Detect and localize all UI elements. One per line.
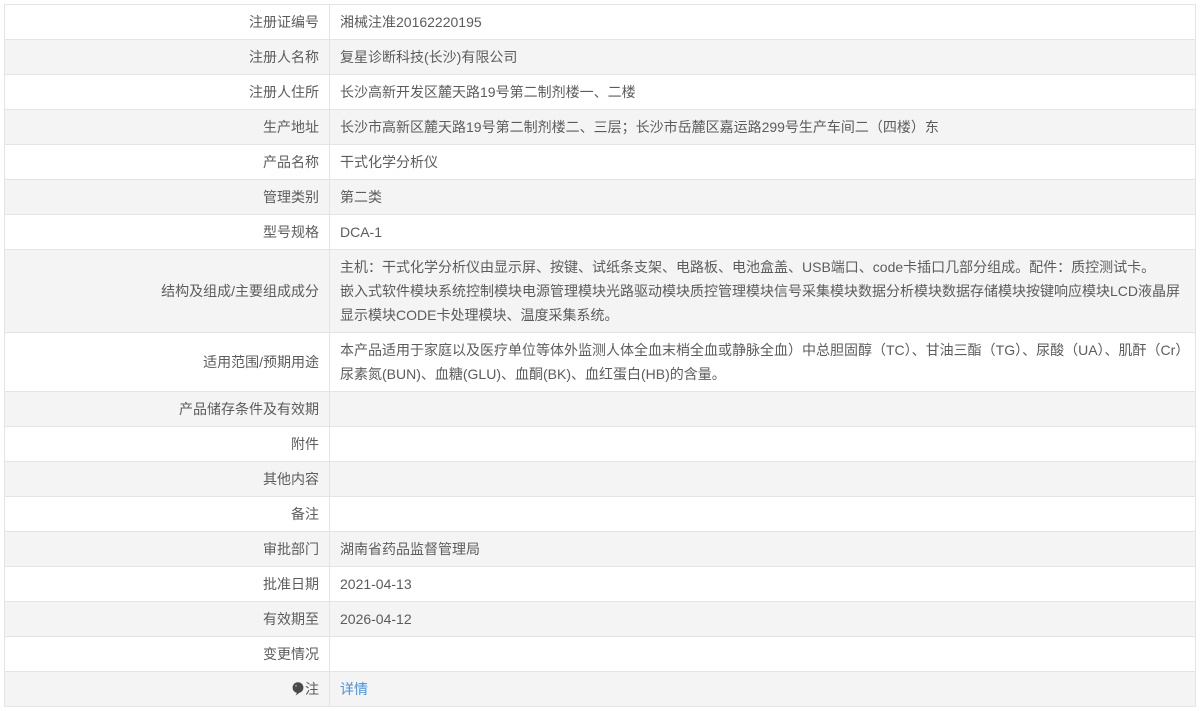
table-row-model-spec: 型号规格 DCA-1 xyxy=(4,214,1196,250)
row-label-text: 附件 xyxy=(291,436,319,452)
row-value-management-category: 第二类 xyxy=(329,179,1196,215)
row-label-text: 生产地址 xyxy=(263,119,319,135)
note-balloon-icon xyxy=(292,682,304,696)
row-value-text: 湘械注准20162220195 xyxy=(340,14,482,30)
row-value-text: DCA-1 xyxy=(340,224,383,240)
row-label-change-status: 变更情况 xyxy=(4,636,330,672)
table-row-remarks: 备注 xyxy=(4,496,1196,532)
row-value-change-status xyxy=(329,636,1196,672)
row-value-attachments xyxy=(329,426,1196,462)
row-label-text: 备注 xyxy=(291,506,319,522)
row-value-registrant-address: 长沙高新开发区麓天路19号第二制剂楼一、二楼 xyxy=(329,74,1196,110)
row-label-model-spec: 型号规格 xyxy=(4,214,330,250)
row-label-text: 管理类别 xyxy=(263,189,319,205)
row-label-text: 有效期至 xyxy=(263,611,319,627)
row-value-text: 主机：干式化学分析仪由显示屏、按键、试纸条支架、电路板、电池盒盖、USB端口、c… xyxy=(340,259,1181,323)
table-row-attachments: 附件 xyxy=(4,426,1196,462)
table-row-production-address: 生产地址 长沙市高新区麓天路19号第二制剂楼二、三层；长沙市岳麓区嘉运路299号生… xyxy=(4,109,1196,145)
row-value-approval-department: 湖南省药品监督管理局 xyxy=(329,531,1196,567)
row-label-storage-conditions: 产品储存条件及有效期 xyxy=(4,391,330,427)
table-row-product-name: 产品名称 干式化学分析仪 xyxy=(4,144,1196,180)
row-value-text: 2026-04-12 xyxy=(340,611,412,627)
row-value-model-spec: DCA-1 xyxy=(329,214,1196,250)
row-label-remarks: 备注 xyxy=(4,496,330,532)
row-value-text: 2021-04-13 xyxy=(340,576,412,592)
table-row-registrant-address: 注册人住所 长沙高新开发区麓天路19号第二制剂楼一、二楼 xyxy=(4,74,1196,110)
row-label-text: 注册人名称 xyxy=(249,49,319,65)
row-label-valid-until: 有效期至 xyxy=(4,601,330,637)
table-row-storage-conditions: 产品储存条件及有效期 xyxy=(4,391,1196,427)
row-label-text: 产品储存条件及有效期 xyxy=(179,401,319,417)
row-value-valid-until: 2026-04-12 xyxy=(329,601,1196,637)
registration-table: 注册证编号 湘械注准20162220195 注册人名称 复星诊断科技(长沙)有限公司注… xyxy=(4,4,1196,707)
row-label-text: 注册证编号 xyxy=(249,14,319,30)
row-label-text: 型号规格 xyxy=(263,224,319,240)
row-label-management-category: 管理类别 xyxy=(4,179,330,215)
row-label-approval-department: 审批部门 xyxy=(4,531,330,567)
row-value-text: 第二类 xyxy=(340,189,382,205)
table-row-scope-of-application: 适用范围/预期用途 本产品适用于家庭以及医疗单位等体外监测人体全血末梢全血或静脉全… xyxy=(4,332,1196,392)
row-label-approval-date: 批准日期 xyxy=(4,566,330,602)
row-label-text: 审批部门 xyxy=(263,541,319,557)
page-container: 注册证编号 湘械注准20162220195 注册人名称 复星诊断科技(长沙)有限公司注… xyxy=(0,0,1200,711)
table-row-registrant-name: 注册人名称 复星诊断科技(长沙)有限公司 xyxy=(4,39,1196,75)
row-value-text: 湖南省药品监督管理局 xyxy=(340,541,480,557)
row-value-storage-conditions xyxy=(329,391,1196,427)
row-label-text: 注 xyxy=(305,681,319,697)
row-value-structure-composition: 主机：干式化学分析仪由显示屏、按键、试纸条支架、电路板、电池盒盖、USB端口、c… xyxy=(329,249,1196,333)
row-value-note: 详情 xyxy=(329,671,1196,707)
row-value-registration-cert-number: 湘械注准20162220195 xyxy=(329,4,1196,40)
row-label-structure-composition: 结构及组成/主要组成成分 xyxy=(4,249,330,333)
row-value-production-address: 长沙市高新区麓天路19号第二制剂楼二、三层；长沙市岳麓区嘉运路299号生产车间二… xyxy=(329,109,1196,145)
table-row-management-category: 管理类别 第二类 xyxy=(4,179,1196,215)
row-label-text: 变更情况 xyxy=(263,646,319,662)
row-value-registrant-name: 复星诊断科技(长沙)有限公司 xyxy=(329,39,1196,75)
row-label-product-name: 产品名称 xyxy=(4,144,330,180)
row-value-scope-of-application: 本产品适用于家庭以及医疗单位等体外监测人体全血末梢全血或静脉全血）中总胆固醇（T… xyxy=(329,332,1196,392)
row-label-text: 结构及组成/主要组成成分 xyxy=(161,283,319,299)
row-value-remarks xyxy=(329,496,1196,532)
row-label-note: 注 xyxy=(4,671,330,707)
table-row-structure-composition: 结构及组成/主要组成成分 主机：干式化学分析仪由显示屏、按键、试纸条支架、电路板、… xyxy=(4,249,1196,333)
row-label-production-address: 生产地址 xyxy=(4,109,330,145)
row-value-text: 长沙市高新区麓天路19号第二制剂楼二、三层；长沙市岳麓区嘉运路299号生产车间二… xyxy=(340,119,939,135)
registration-table-body: 注册证编号 湘械注准20162220195 注册人名称 复星诊断科技(长沙)有限公司注… xyxy=(4,4,1196,707)
row-label-attachments: 附件 xyxy=(4,426,330,462)
row-value-approval-date: 2021-04-13 xyxy=(329,566,1196,602)
table-row-approval-department: 审批部门 湖南省药品监督管理局 xyxy=(4,531,1196,567)
table-row-approval-date: 批准日期 2021-04-13 xyxy=(4,566,1196,602)
row-label-text: 产品名称 xyxy=(263,154,319,170)
row-label-text: 适用范围/预期用途 xyxy=(203,354,319,370)
row-value-product-name: 干式化学分析仪 xyxy=(329,144,1196,180)
row-label-text: 注册人住所 xyxy=(249,84,319,100)
row-label-text: 批准日期 xyxy=(263,576,319,592)
table-row-note: 注 详情 xyxy=(4,671,1196,707)
row-value-text: 复星诊断科技(长沙)有限公司 xyxy=(340,49,518,65)
row-value-text: 干式化学分析仪 xyxy=(340,154,438,170)
row-label-scope-of-application: 适用范围/预期用途 xyxy=(4,332,330,392)
row-value-text: 本产品适用于家庭以及医疗单位等体外监测人体全血末梢全血或静脉全血）中总胆固醇（T… xyxy=(340,342,1183,382)
details-link[interactable]: 详情 xyxy=(340,681,368,697)
row-label-registration-cert-number: 注册证编号 xyxy=(4,4,330,40)
row-label-registrant-name: 注册人名称 xyxy=(4,39,330,75)
row-label-other-content: 其他内容 xyxy=(4,461,330,497)
table-row-registration-cert-number: 注册证编号 湘械注准20162220195 xyxy=(4,4,1196,40)
row-value-other-content xyxy=(329,461,1196,497)
row-value-text: 长沙高新开发区麓天路19号第二制剂楼一、二楼 xyxy=(340,84,636,100)
row-label-registrant-address: 注册人住所 xyxy=(4,74,330,110)
row-label-text: 其他内容 xyxy=(263,471,319,487)
table-row-valid-until: 有效期至 2026-04-12 xyxy=(4,601,1196,637)
table-row-other-content: 其他内容 xyxy=(4,461,1196,497)
table-row-change-status: 变更情况 xyxy=(4,636,1196,672)
